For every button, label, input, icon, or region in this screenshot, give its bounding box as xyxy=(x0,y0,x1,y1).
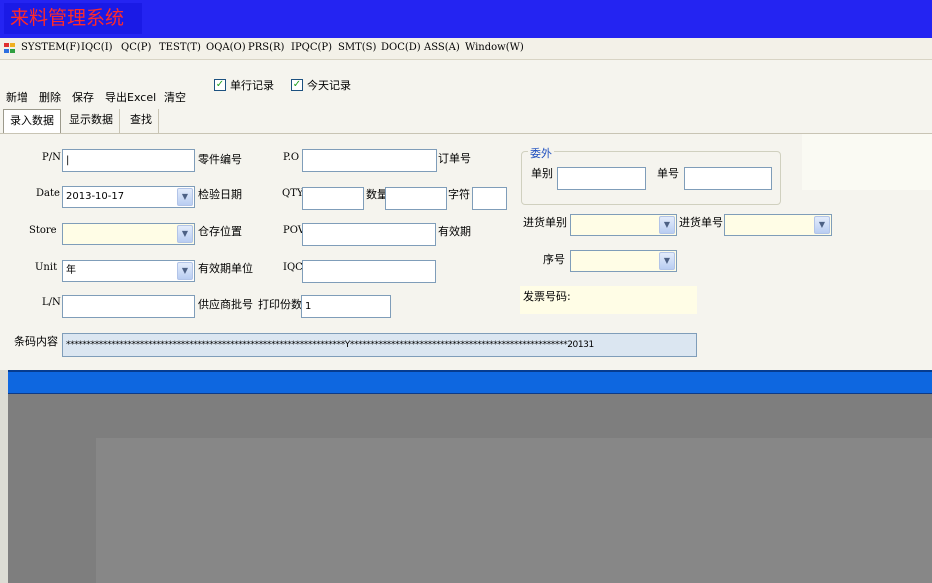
invoice-label: 发票号码: xyxy=(523,290,571,303)
supplier-batch-label: 供应商批号 xyxy=(198,298,253,311)
menu-qc[interactable]: QC(P) xyxy=(121,42,151,53)
menu-ass[interactable]: ASS(A) xyxy=(424,42,460,53)
pov-input[interactable] xyxy=(302,223,436,246)
menu-bar: SYSTEM(F) IQC(I) QC(P) TEST(T) OQA(O) PR… xyxy=(0,38,932,60)
unit-value: 年 xyxy=(66,265,76,276)
mdi-client-area xyxy=(8,394,932,583)
date-label: Date xyxy=(36,188,60,199)
chevron-down-icon[interactable]: ▼ xyxy=(177,188,193,206)
po-input[interactable] xyxy=(302,149,437,172)
doc-no-input[interactable] xyxy=(684,167,772,190)
char-label: 字符 xyxy=(448,188,470,201)
unit-label: Unit xyxy=(35,262,58,273)
tab-display[interactable]: 显示数据 xyxy=(63,109,120,133)
inbound-type-dropdown[interactable]: ▼ xyxy=(570,214,677,236)
chevron-down-icon[interactable]: ▼ xyxy=(659,216,675,234)
doc-type-input[interactable] xyxy=(557,167,646,190)
side-panel xyxy=(802,134,932,190)
menu-smt[interactable]: SMT(S) xyxy=(338,42,376,53)
invoice-field[interactable]: 发票号码: xyxy=(520,286,697,314)
status-bar xyxy=(8,370,932,394)
part-no-label: 零件编号 xyxy=(198,153,242,166)
order-no-label: 订单号 xyxy=(438,152,471,165)
seq-label: 序号 xyxy=(543,253,565,266)
menu-window[interactable]: Window(W) xyxy=(465,42,524,53)
mdi-inner-area xyxy=(96,438,932,583)
pn-input[interactable]: | xyxy=(62,149,195,172)
inbound-no-dropdown[interactable]: ▼ xyxy=(724,214,832,236)
today-records-label: 今天记录 xyxy=(307,79,351,92)
menu-ipqc[interactable]: IPQC(P) xyxy=(291,42,332,53)
menu-iqc[interactable]: IQC(I) xyxy=(81,42,113,53)
barcode-content-field[interactable]: ****************************************… xyxy=(62,333,697,357)
validity-unit-label: 有效期单位 xyxy=(198,262,253,275)
tab-strip: 录入数据 显示数据 查找 xyxy=(0,109,180,133)
validity-label: 有效期 xyxy=(438,225,471,238)
barcode-label: 条码内容 xyxy=(14,335,58,348)
chevron-down-icon[interactable]: ▼ xyxy=(177,262,193,280)
quantity-input[interactable] xyxy=(385,187,447,210)
outsource-group: 委外 单别 单号 xyxy=(521,145,781,205)
delete-button[interactable]: 删除 xyxy=(39,89,61,105)
inbound-no-label: 进货单号 xyxy=(679,216,723,229)
unit-dropdown[interactable]: 年 ▼ xyxy=(62,260,195,282)
doc-no-label: 单号 xyxy=(657,167,679,180)
app-title: 来料管理系统 xyxy=(4,3,142,34)
store-dropdown[interactable]: ▼ xyxy=(62,223,195,245)
iqc-label: IQC xyxy=(283,262,303,273)
po-label: P.O xyxy=(283,152,300,163)
tab-search[interactable]: 查找 xyxy=(124,109,159,133)
checkmark-icon: ✓ xyxy=(214,79,226,91)
seq-dropdown[interactable]: ▼ xyxy=(570,250,677,272)
menu-test[interactable]: TEST(T) xyxy=(159,42,201,53)
chevron-down-icon[interactable]: ▼ xyxy=(177,225,193,243)
menu-system[interactable]: SYSTEM(F) xyxy=(21,42,80,53)
chevron-down-icon[interactable]: ▼ xyxy=(659,252,675,270)
ln-label: L/N xyxy=(42,297,61,308)
print-copies-input[interactable]: 1 xyxy=(301,295,391,318)
char-input[interactable] xyxy=(472,187,507,210)
ln-input[interactable] xyxy=(62,295,195,318)
pn-label: P/N xyxy=(42,152,61,163)
store-label: Store xyxy=(29,225,57,236)
left-edge xyxy=(0,370,8,583)
save-button[interactable]: 保存 xyxy=(72,89,94,105)
iqc-input[interactable] xyxy=(302,260,436,283)
clear-button[interactable]: 清空 xyxy=(164,89,186,105)
checkmark-icon: ✓ xyxy=(291,79,303,91)
entry-panel: P/N | 零件编号 Date 2013-10-17 ▼ 检验日期 Store … xyxy=(0,133,932,370)
export-excel-button[interactable]: 导出Excel xyxy=(105,89,156,105)
location-label: 仓存位置 xyxy=(198,225,242,238)
title-bar: 来料管理系统 xyxy=(0,0,932,38)
print-copies-label: 打印份数 xyxy=(258,298,302,311)
qty-input[interactable] xyxy=(302,187,364,210)
inspect-date-label: 检验日期 xyxy=(198,188,242,201)
app-icon[interactable] xyxy=(4,43,16,54)
chevron-down-icon[interactable]: ▼ xyxy=(814,216,830,234)
menu-doc[interactable]: DOC(D) xyxy=(381,42,421,53)
tab-entry[interactable]: 录入数据 xyxy=(3,109,61,133)
menu-oqa[interactable]: OQA(O) xyxy=(206,42,246,53)
outsource-legend: 委外 xyxy=(528,145,554,161)
menu-prs[interactable]: PRS(R) xyxy=(248,42,284,53)
inbound-type-label: 进货单别 xyxy=(523,216,567,229)
doc-type-label: 单别 xyxy=(531,167,553,180)
single-row-checkbox[interactable]: ✓ 单行记录 xyxy=(214,77,274,93)
qty-label: QTY xyxy=(282,188,304,199)
today-records-checkbox[interactable]: ✓ 今天记录 xyxy=(291,77,351,93)
single-row-label: 单行记录 xyxy=(230,79,274,92)
date-picker[interactable]: 2013-10-17 ▼ xyxy=(62,186,195,208)
add-button[interactable]: 新增 xyxy=(6,89,28,105)
date-value: 2013-10-17 xyxy=(66,191,125,202)
